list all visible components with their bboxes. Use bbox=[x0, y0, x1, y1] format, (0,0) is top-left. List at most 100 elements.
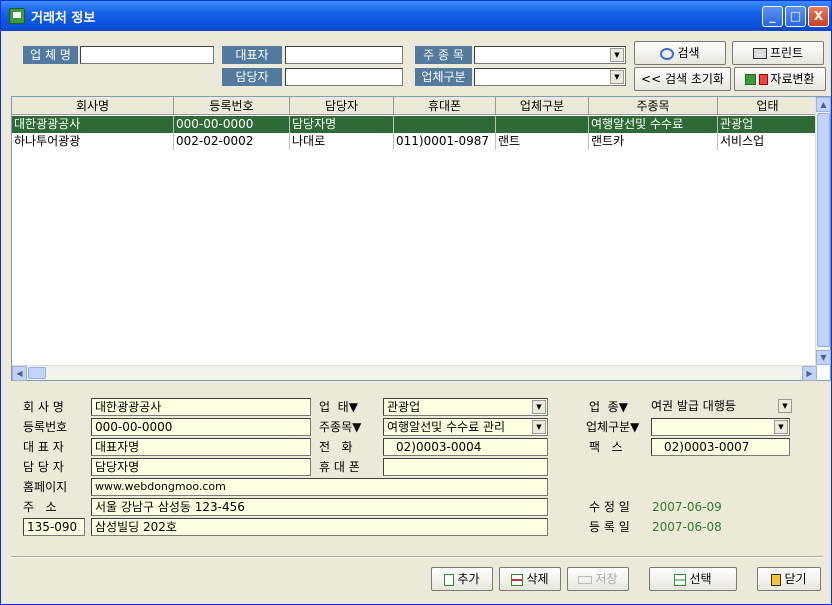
reset-search-button[interactable]: << 검색 초기화 bbox=[634, 67, 731, 91]
search-manager-label: 담당자 bbox=[222, 68, 282, 86]
detail-biz-label[interactable]: 업 태▼ bbox=[319, 398, 381, 416]
title-bar: 거래처 정보 _ □ X bbox=[1, 1, 831, 31]
horizontal-scrollbar[interactable]: ◀ ▶ bbox=[12, 365, 817, 381]
close-button[interactable]: 닫기 bbox=[757, 567, 821, 591]
search-rep-input[interactable] bbox=[285, 46, 403, 64]
col-mobile[interactable]: 휴대폰 bbox=[394, 97, 496, 115]
exit-door-icon bbox=[771, 573, 782, 586]
vertical-scroll-thumb[interactable] bbox=[817, 113, 830, 347]
printer-icon bbox=[752, 48, 767, 59]
main-window: 거래처 정보 _ □ X 업 체 명 대표자 담당자 주 종 목 ▼ 업체구분 … bbox=[0, 0, 832, 605]
col-manager[interactable]: 담당자 bbox=[290, 97, 394, 115]
detail-address2-input[interactable]: 삼성빌딩 202호 bbox=[91, 518, 548, 536]
detail-fax-label: 팩 스 bbox=[589, 440, 623, 454]
excel-icon bbox=[745, 74, 757, 85]
detail-reg-input[interactable]: 000-00-0000 bbox=[91, 418, 311, 436]
detail-mobile-label: 휴 대 폰 bbox=[319, 460, 360, 474]
cell-business: 관광업 bbox=[718, 116, 817, 133]
scroll-up-icon[interactable]: ▲ bbox=[816, 97, 831, 112]
detail-address-input[interactable]: 서울 강남구 삼성동 123-456 bbox=[91, 498, 548, 516]
delete-doc-icon bbox=[511, 573, 524, 586]
chevron-down-icon[interactable]: ▼ bbox=[532, 420, 546, 434]
grid-header: 회사명 등록번호 담당자 휴대폰 업체구분 주종목 업태 bbox=[12, 97, 817, 115]
detail-company-input[interactable]: 대한광광공사 bbox=[91, 398, 311, 416]
convert-data-button[interactable]: 자료변환 bbox=[734, 67, 826, 91]
delete-button[interactable]: 삭제 bbox=[499, 567, 561, 591]
detail-homepage-input[interactable]: www.webdongmoo.com bbox=[91, 478, 548, 496]
col-type[interactable]: 업체구분 bbox=[496, 97, 589, 115]
col-company[interactable]: 회사명 bbox=[12, 97, 174, 115]
chevron-down-icon[interactable]: ▼ bbox=[778, 399, 792, 413]
detail-biz-value: 관광업 bbox=[387, 400, 421, 414]
cell-manager: 나대로 bbox=[290, 133, 394, 150]
detail-rep-input[interactable]: 대표자명 bbox=[91, 438, 311, 456]
detail-registered-value: 2007-06-08 bbox=[652, 520, 722, 534]
detail-panel: 회 사 명 대한광광공사 등록번호 000-00-0000 대 표 자 대표자명… bbox=[11, 386, 831, 556]
select-button-label: 선택 bbox=[689, 572, 712, 586]
search-company-input[interactable] bbox=[80, 46, 214, 64]
print-button[interactable]: 프린트 bbox=[732, 41, 824, 65]
save-icon bbox=[578, 575, 593, 584]
search-type-select[interactable]: ▼ bbox=[474, 68, 626, 86]
vertical-scrollbar[interactable]: ▲ ▼ bbox=[815, 97, 831, 365]
col-main-item[interactable]: 주종목 bbox=[589, 97, 718, 115]
maximize-button[interactable]: □ bbox=[785, 6, 806, 27]
col-business[interactable]: 업태 bbox=[718, 97, 817, 115]
scroll-down-icon[interactable]: ▼ bbox=[816, 350, 831, 365]
col-reg-no[interactable]: 등록번호 bbox=[174, 97, 290, 115]
add-button[interactable]: 추가 bbox=[431, 567, 493, 591]
cell-company: 하나투어광광 bbox=[12, 133, 174, 150]
cell-type: 랜트 bbox=[496, 133, 589, 150]
detail-kind-label[interactable]: 업 종▼ bbox=[589, 398, 649, 416]
chevron-down-icon[interactable]: ▼ bbox=[610, 48, 624, 62]
detail-modified-label: 수 정 일 bbox=[589, 500, 630, 514]
minimize-button[interactable]: _ bbox=[762, 6, 783, 27]
app-icon bbox=[9, 8, 25, 24]
delete-button-label: 삭제 bbox=[526, 572, 549, 586]
table-row[interactable]: 하나투어광광 002-02-0002 나대로 011)0001-0987 랜트 … bbox=[12, 133, 817, 150]
cell-company: 대한광광공사 bbox=[12, 116, 174, 133]
reset-search-label: << 검색 초기화 bbox=[641, 72, 724, 86]
detail-item-select[interactable]: 여행알선및 수수료 관리 ▼ bbox=[383, 418, 548, 436]
detail-mobile-input[interactable] bbox=[383, 458, 548, 476]
search-button[interactable]: 검색 bbox=[634, 41, 726, 65]
save-button-label: 저장 bbox=[595, 572, 618, 586]
detail-biz-select[interactable]: 관광업 ▼ bbox=[383, 398, 548, 416]
bottom-divider bbox=[11, 556, 823, 558]
select-button[interactable]: 선택 bbox=[649, 567, 737, 591]
cell-mobile: 011)0001-0987 bbox=[394, 133, 496, 150]
detail-phone-input[interactable]: 02)0003-0004 bbox=[383, 438, 548, 456]
detail-manager-input[interactable]: 담당자명 bbox=[91, 458, 311, 476]
detail-reg-label: 등록번호 bbox=[23, 420, 68, 434]
detail-type-select[interactable]: ▼ bbox=[651, 418, 790, 436]
chevron-down-icon[interactable]: ▼ bbox=[774, 420, 788, 434]
detail-company-label: 회 사 명 bbox=[23, 400, 64, 414]
close-button-label: 닫기 bbox=[784, 572, 807, 586]
cell-manager: 담당자명 bbox=[290, 116, 394, 133]
search-manager-input[interactable] bbox=[285, 68, 403, 86]
detail-item-label[interactable]: 주종목▼ bbox=[319, 418, 381, 436]
close-window-button[interactable]: X bbox=[808, 6, 829, 27]
detail-homepage-label: 홈페이지 bbox=[23, 480, 68, 494]
search-item-select[interactable]: ▼ bbox=[474, 46, 626, 64]
search-type-label: 업체구분 bbox=[415, 68, 472, 86]
table-row[interactable]: 대한광광공사 000-00-0000 담당자명 여행알선및 수수료 관광업 bbox=[12, 116, 817, 133]
detail-kind-select[interactable]: 여권 발급 대행등 ▼ bbox=[648, 398, 792, 416]
cell-type bbox=[496, 116, 589, 133]
chevron-down-icon[interactable]: ▼ bbox=[610, 70, 624, 84]
horizontal-scroll-thumb[interactable] bbox=[28, 367, 46, 379]
scroll-right-icon[interactable]: ▶ bbox=[802, 366, 817, 381]
cell-main-item: 여행알선및 수수료 bbox=[589, 116, 718, 133]
detail-kind-value: 여권 발급 대행등 bbox=[651, 399, 736, 413]
detail-fax-input[interactable]: 02)0003-0007 bbox=[651, 438, 790, 456]
detail-registered-label: 등 록 일 bbox=[589, 520, 630, 534]
print-button-label: 프린트 bbox=[769, 46, 804, 60]
detail-type-label[interactable]: 업체구분▼ bbox=[586, 418, 650, 436]
save-button[interactable]: 저장 bbox=[567, 567, 629, 591]
search-button-label: 검색 bbox=[677, 46, 700, 60]
detail-address-label: 주 소 bbox=[23, 500, 57, 514]
detail-zip-input[interactable]: 135-090 bbox=[23, 518, 85, 536]
chevron-down-icon[interactable]: ▼ bbox=[532, 400, 546, 414]
window-title: 거래처 정보 bbox=[31, 11, 96, 26]
scroll-left-icon[interactable]: ◀ bbox=[12, 366, 27, 381]
